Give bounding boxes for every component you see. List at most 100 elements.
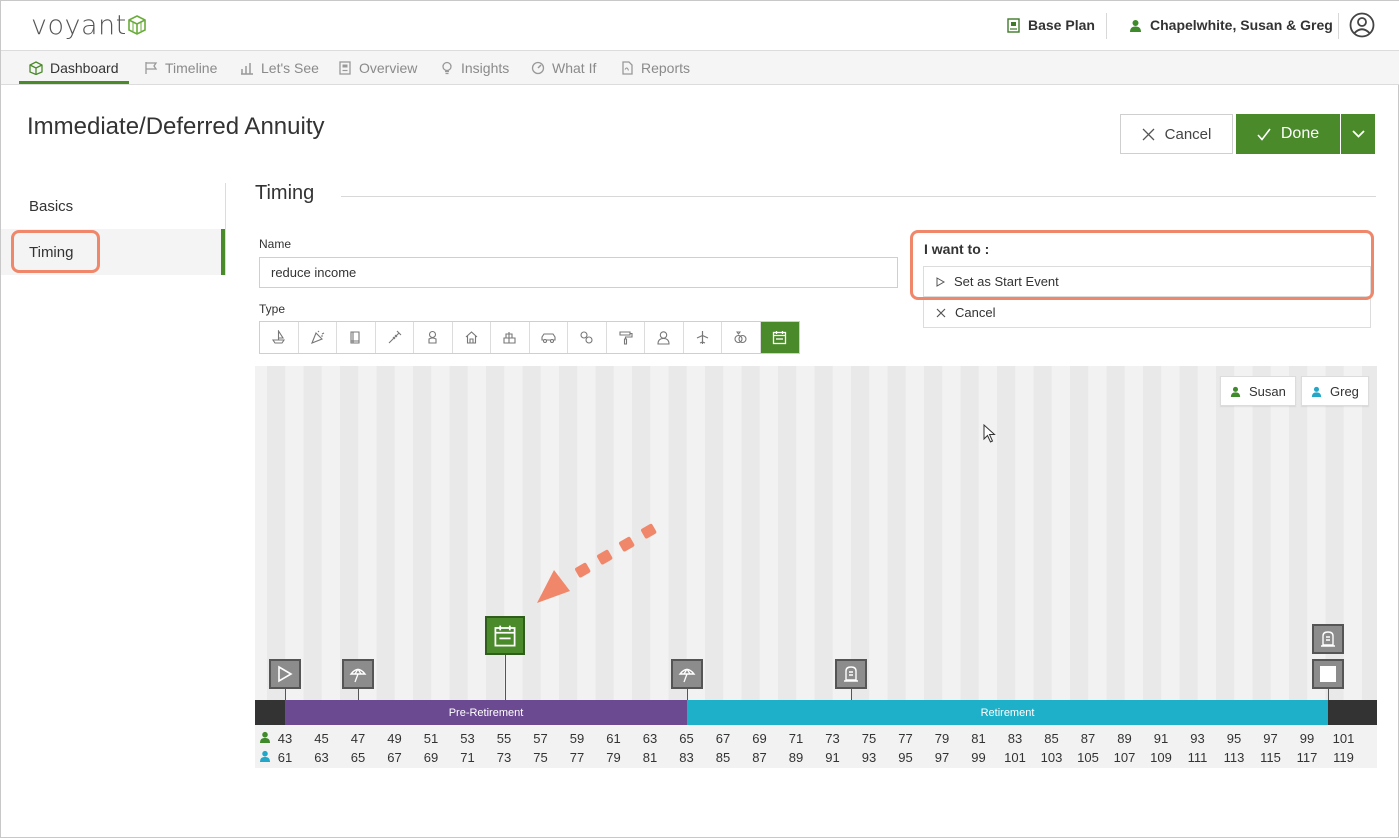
timeline-year-stripe	[1252, 366, 1271, 700]
user-icon	[1230, 386, 1241, 397]
type-rings-button[interactable]	[722, 322, 761, 353]
nav-dashboard[interactable]: Dashboard	[19, 51, 128, 84]
beach-umbrella-icon	[349, 668, 367, 683]
type-boat-button[interactable]	[260, 322, 299, 353]
client-name: Chapelwhite, Susan & Greg	[1150, 17, 1333, 33]
timeline-year-stripe	[814, 366, 833, 700]
age-label: 85	[715, 750, 731, 765]
nav-insights[interactable]: Insights	[440, 51, 509, 84]
type-paint-roller-button[interactable]	[606, 322, 645, 353]
age-label: 47	[350, 731, 366, 746]
timeline-year-stripe	[778, 366, 797, 700]
timeline-year-stripe	[413, 366, 432, 700]
start-event-marker[interactable]	[269, 659, 301, 689]
age-label: 67	[715, 731, 731, 746]
age-label: 61	[277, 750, 293, 765]
death-event-marker-greg[interactable]	[835, 659, 867, 689]
person-toggle-susan[interactable]: Susan	[1220, 376, 1296, 406]
dashboard-icon	[29, 60, 43, 75]
event-stem	[687, 688, 688, 700]
phase-retirement[interactable]: Retirement	[687, 700, 1328, 725]
type-graduate-button[interactable]	[645, 322, 684, 353]
nav-lets-see[interactable]: Let's See	[240, 51, 319, 84]
person-toggle-greg[interactable]: Greg	[1301, 376, 1369, 406]
retirement-event-marker-susan[interactable]	[342, 659, 374, 689]
cancel-option[interactable]: Cancel	[923, 297, 1371, 328]
check-icon	[1257, 128, 1271, 141]
age-label: 91	[1153, 731, 1169, 746]
event-stem	[851, 688, 852, 700]
timeline-year-stripe	[997, 366, 1016, 700]
main-nav: Dashboard Timeline Let's See Overview In…	[1, 51, 1399, 85]
nav-what-if[interactable]: What If	[531, 51, 596, 84]
age-label: 93	[1190, 731, 1205, 746]
timeline-year-stripe	[668, 366, 687, 700]
bar-chart-icon	[241, 62, 253, 75]
type-car-button[interactable]	[529, 322, 568, 353]
account-icon[interactable]	[1349, 12, 1375, 38]
type-wedding-button[interactable]	[568, 322, 607, 353]
flag-icon	[145, 61, 158, 74]
calendar-event-marker[interactable]	[485, 616, 525, 655]
age-label: 89	[1117, 731, 1132, 746]
cancel-button[interactable]: Cancel	[1120, 114, 1233, 154]
age-label: 75	[533, 750, 548, 765]
timeline-year-stripe	[1070, 366, 1089, 700]
type-gift-button[interactable]	[491, 322, 530, 353]
done-dropdown-button[interactable]	[1341, 114, 1375, 154]
mouse-cursor-icon	[983, 424, 996, 443]
car-icon	[541, 333, 556, 343]
graduate-icon	[657, 331, 670, 345]
type-medical-button[interactable]	[375, 322, 414, 353]
age-label: 63	[642, 731, 658, 746]
age-label: 45	[314, 731, 329, 746]
age-label: 59	[569, 731, 585, 746]
age-label: 81	[642, 750, 658, 765]
name-input[interactable]	[259, 257, 898, 288]
client-selector[interactable]: Chapelwhite, Susan & Greg	[1129, 17, 1333, 33]
sidebar-divider	[225, 183, 226, 275]
age-label: 69	[752, 731, 767, 746]
app-logo[interactable]: voyant	[31, 10, 127, 41]
sidebar-item-basics[interactable]: Basics	[1, 183, 225, 229]
age-label: 49	[387, 731, 402, 746]
death-event-marker-susan[interactable]	[1312, 624, 1344, 654]
tombstone-icon	[844, 666, 858, 682]
event-type-selector	[259, 321, 800, 354]
nav-label: Timeline	[165, 59, 218, 76]
type-calendar-button[interactable]	[760, 322, 799, 353]
age-label: 93	[861, 750, 877, 765]
nav-timeline[interactable]: Timeline	[144, 51, 217, 84]
done-button[interactable]: Done	[1236, 114, 1340, 154]
type-party-button[interactable]	[298, 322, 337, 353]
nav-label: Overview	[359, 59, 418, 76]
book-icon	[350, 331, 360, 344]
timeline-panel[interactable]: Susan Greg Pre-Retirement Retirement	[255, 366, 1377, 768]
timeline-year-stripe	[376, 366, 395, 700]
type-baby-button[interactable]	[414, 322, 453, 353]
close-icon	[1142, 128, 1155, 140]
age-label: 65	[679, 731, 694, 746]
end-event-marker[interactable]	[1312, 659, 1344, 689]
greg-age-row: 61 63 65 67 69 71 73 75 77 79 81 83 85 87 89 91 93 95 97 99…	[255, 750, 1377, 768]
age-label: 101	[1332, 731, 1355, 746]
timeline-year-stripe	[303, 366, 322, 700]
age-label: 73	[496, 750, 512, 765]
age-label: 119	[1333, 750, 1354, 765]
retirement-event-marker-greg[interactable]	[671, 659, 703, 689]
plan-selector[interactable]: Base Plan	[1007, 17, 1095, 33]
type-airplane-button[interactable]	[683, 322, 722, 353]
phase-pre-retirement[interactable]: Pre-Retirement	[285, 700, 687, 725]
type-house-button[interactable]	[452, 322, 491, 353]
nav-overview[interactable]: Overview	[338, 51, 417, 84]
name-label: Name	[259, 237, 292, 251]
age-label: 89	[788, 750, 804, 765]
timeline-year-stripe	[960, 366, 979, 700]
event-stem	[505, 654, 506, 700]
age-label: 109	[1150, 750, 1172, 765]
nav-reports[interactable]: Reports	[620, 51, 690, 84]
cancel-label: Cancel	[1164, 125, 1212, 143]
type-book-button[interactable]	[337, 322, 376, 353]
type-label: Type	[259, 302, 286, 316]
age-label: 95	[1226, 731, 1242, 746]
